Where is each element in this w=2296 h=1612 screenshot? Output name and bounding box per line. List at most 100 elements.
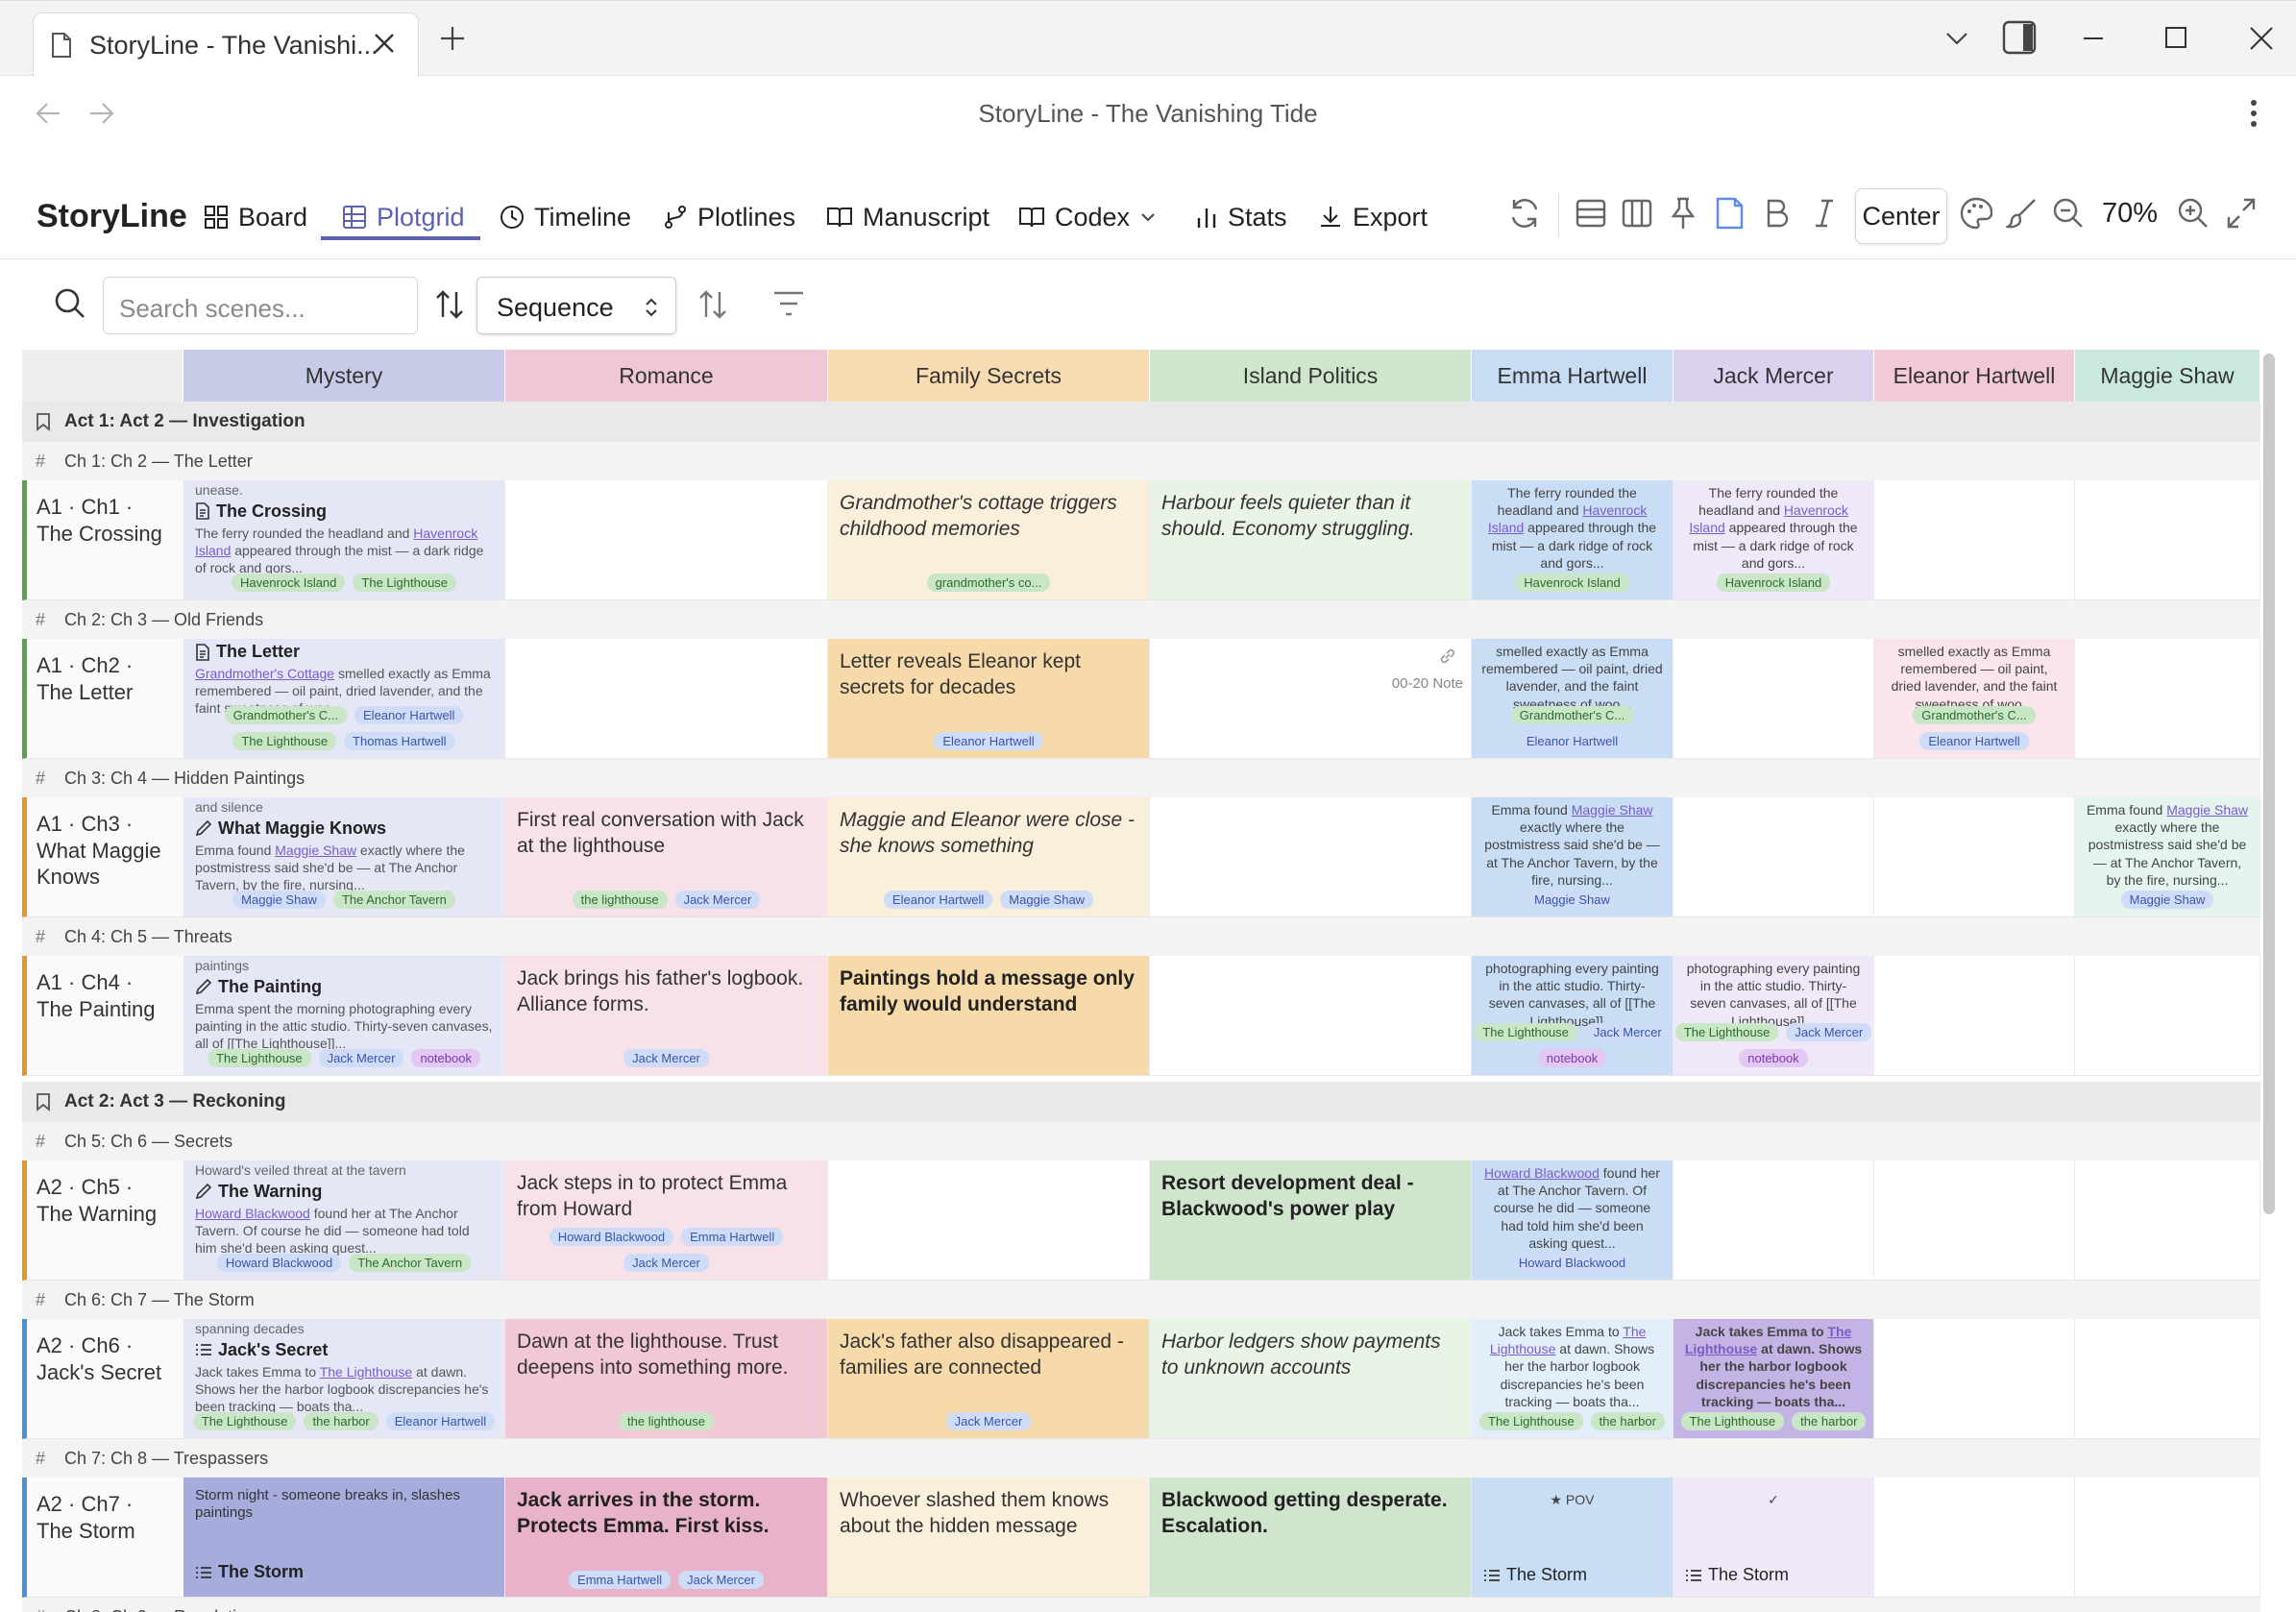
nav-codex[interactable]: Codex xyxy=(1018,198,1157,236)
cell-eleanor[interactable] xyxy=(1874,1160,2075,1281)
cell-romance[interactable]: Jack brings his father's logbook. Allian… xyxy=(505,956,828,1076)
cell-maggie[interactable] xyxy=(2075,1160,2260,1281)
cell-emma[interactable]: photographing every painting in the atti… xyxy=(1472,956,1673,1076)
nav-stats[interactable]: Stats xyxy=(1195,198,1287,236)
column-header-family-secrets[interactable]: Family Secrets xyxy=(828,350,1150,402)
cell-mystery[interactable]: paintings The Painting Emma spent the morn… xyxy=(183,956,505,1076)
cell-romance[interactable]: Jack arrives in the storm. Protects Emma… xyxy=(505,1478,828,1598)
pin-icon[interactable] xyxy=(1668,196,1698,231)
cell-politics[interactable]: Blackwood getting desperate. Escalation. xyxy=(1150,1478,1472,1598)
cell-maggie[interactable] xyxy=(2075,1319,2260,1439)
cell-eleanor[interactable] xyxy=(1874,797,2075,917)
cell-maggie[interactable]: Emma found Maggie Shaw exactly where the… xyxy=(2075,797,2260,917)
sort-select[interactable]: Sequence xyxy=(476,277,676,334)
search-input[interactable]: Search scenes... xyxy=(103,277,418,334)
cell-mystery[interactable]: and silence What Maggie Knows Emma found M… xyxy=(183,797,505,917)
close-tab-icon[interactable] xyxy=(372,31,397,56)
cell-jack[interactable]: photographing every painting in the atti… xyxy=(1673,956,1874,1076)
chapter-header[interactable]: # Ch 7: Ch 8 — Trespassers xyxy=(22,1439,2260,1478)
column-header-romance[interactable]: Romance xyxy=(505,350,828,402)
cell-emma[interactable]: smelled exactly as Emma remembered — oil… xyxy=(1472,639,1673,759)
cell-romance[interactable]: Dawn at the lighthouse. Trust deepens in… xyxy=(505,1319,828,1439)
cell-maggie[interactable] xyxy=(2075,639,2260,759)
cell-emma[interactable]: The ferry rounded the headland and Haven… xyxy=(1472,480,1673,600)
cell-eleanor[interactable] xyxy=(1874,480,2075,600)
cell-family[interactable]: Whoever slashed them knows about the hid… xyxy=(828,1478,1150,1598)
center-button[interactable]: Center xyxy=(1855,188,1947,244)
palette-icon[interactable] xyxy=(1960,196,1992,231)
chapter-header[interactable]: # Ch 8: Ch 9 — Resolution xyxy=(22,1598,2260,1612)
nav-plotgrid[interactable]: Plotgrid xyxy=(342,198,465,236)
maximize-icon[interactable] xyxy=(2163,24,2190,53)
row-label[interactable]: A1 · Ch4 · The Painting xyxy=(22,956,183,1076)
cell-emma[interactable]: Emma found Maggie Shaw exactly where the… xyxy=(1472,797,1673,917)
row-label[interactable]: A2 · Ch6 · Jack's Secret xyxy=(22,1319,183,1439)
cell-mystery[interactable]: spanning decades Jack's Secret Jack takes … xyxy=(183,1319,505,1439)
new-tab-icon[interactable] xyxy=(438,24,467,53)
cell-eleanor[interactable] xyxy=(1874,956,2075,1076)
close-window-icon[interactable] xyxy=(2248,24,2275,53)
cell-maggie[interactable] xyxy=(2075,956,2260,1076)
act-header[interactable]: Act 2: Act 3 — Reckoning xyxy=(22,1082,2260,1122)
browser-tab[interactable]: StoryLine - The Vanishi... xyxy=(33,12,419,77)
cell-jack[interactable] xyxy=(1673,797,1874,917)
cell-family[interactable]: Maggie and Eleanor were close - she know… xyxy=(828,797,1150,917)
cell-emma[interactable]: Jack takes Emma to The Lighthouse at daw… xyxy=(1472,1319,1673,1439)
cell-politics[interactable] xyxy=(1150,956,1472,1076)
minimize-icon[interactable] xyxy=(2081,24,2106,53)
cell-eleanor[interactable] xyxy=(1874,1478,2075,1598)
nav-board[interactable]: Board xyxy=(204,198,307,236)
italic-icon[interactable] xyxy=(1812,196,1837,231)
cell-family[interactable] xyxy=(828,1160,1150,1281)
zoom-out-icon[interactable] xyxy=(2052,196,2085,231)
brush-icon[interactable] xyxy=(2006,196,2039,231)
sidebar-toggle-icon[interactable] xyxy=(2002,20,2037,55)
row-label[interactable]: A2 · Ch5 · The Warning xyxy=(22,1160,183,1281)
column-header-island-politics[interactable]: Island Politics xyxy=(1150,350,1472,402)
cell-politics[interactable]: 00-20 Note xyxy=(1150,639,1472,759)
cell-family[interactable]: Grandmother's cottage triggers childhood… xyxy=(828,480,1150,600)
column-header-maggie-shaw[interactable]: Maggie Shaw xyxy=(2075,350,2260,402)
cell-family[interactable]: Letter reveals Eleanor kept secrets for … xyxy=(828,639,1150,759)
chapter-header[interactable]: # Ch 3: Ch 4 — Hidden Paintings xyxy=(22,759,2260,797)
cell-jack[interactable]: The ferry rounded the headland and Haven… xyxy=(1673,480,1874,600)
zoom-in-icon[interactable] xyxy=(2177,196,2210,231)
rows-icon[interactable] xyxy=(1575,196,1606,231)
cell-emma[interactable]: Howard Blackwood found her at The Anchor… xyxy=(1472,1160,1673,1281)
row-label[interactable]: A1 · Ch1 · The Crossing xyxy=(22,480,183,600)
cell-emma[interactable]: ★ POV The Storm xyxy=(1472,1478,1673,1598)
chapter-header[interactable]: # Ch 5: Ch 6 — Secrets xyxy=(22,1122,2260,1160)
note-icon[interactable] xyxy=(1714,196,1745,231)
row-label[interactable]: A2 · Ch7 · The Storm xyxy=(22,1478,183,1598)
cell-romance[interactable] xyxy=(505,639,828,759)
cell-jack[interactable] xyxy=(1673,639,1874,759)
cell-family[interactable]: Jack's father also disappeared - familie… xyxy=(828,1319,1150,1439)
chapter-header[interactable]: # Ch 4: Ch 5 — Threats xyxy=(22,917,2260,956)
columns-icon[interactable] xyxy=(1622,196,1652,231)
cell-jack[interactable]: ✓ The Storm xyxy=(1673,1478,1874,1598)
act-header[interactable]: Act 1: Act 2 — Investigation xyxy=(22,402,2260,442)
column-header-jack-mercer[interactable]: Jack Mercer xyxy=(1673,350,1874,402)
expand-icon[interactable] xyxy=(2225,196,2258,231)
column-header-eleanor-hartwell[interactable]: Eleanor Hartwell xyxy=(1874,350,2075,402)
cell-politics[interactable]: Resort development deal - Blackwood's po… xyxy=(1150,1160,1472,1281)
cell-mystery[interactable]: unease. The Crossing The ferry rounded the… xyxy=(183,480,505,600)
column-header-emma-hartwell[interactable]: Emma Hartwell xyxy=(1472,350,1673,402)
chapter-header[interactable]: # Ch 1: Ch 2 — The Letter xyxy=(22,442,2260,480)
cell-politics[interactable]: Harbour feels quieter than it should. Ec… xyxy=(1150,480,1472,600)
cell-jack[interactable] xyxy=(1673,1160,1874,1281)
cell-mystery[interactable]: The Letter Grandmother's Cottage smelled … xyxy=(183,639,505,759)
cell-eleanor[interactable] xyxy=(1874,1319,2075,1439)
bold-icon[interactable] xyxy=(1762,196,1791,231)
cell-mystery[interactable]: Storm night - someone breaks in, slashes… xyxy=(183,1478,505,1598)
cell-romance[interactable] xyxy=(505,480,828,600)
nav-export[interactable]: Export xyxy=(1318,198,1428,236)
chevron-down-icon[interactable] xyxy=(1944,24,1969,53)
cell-politics[interactable] xyxy=(1150,797,1472,917)
row-label[interactable]: A1 · Ch2 · The Letter xyxy=(22,639,183,759)
filter-icon[interactable] xyxy=(772,288,805,319)
cell-jack[interactable]: Jack takes Emma to The Lighthouse at daw… xyxy=(1673,1319,1874,1439)
nav-manuscript[interactable]: Manuscript xyxy=(826,198,989,236)
cell-eleanor[interactable]: smelled exactly as Emma remembered — oil… xyxy=(1874,639,2075,759)
cell-politics[interactable]: Harbor ledgers show payments to unknown … xyxy=(1150,1319,1472,1439)
